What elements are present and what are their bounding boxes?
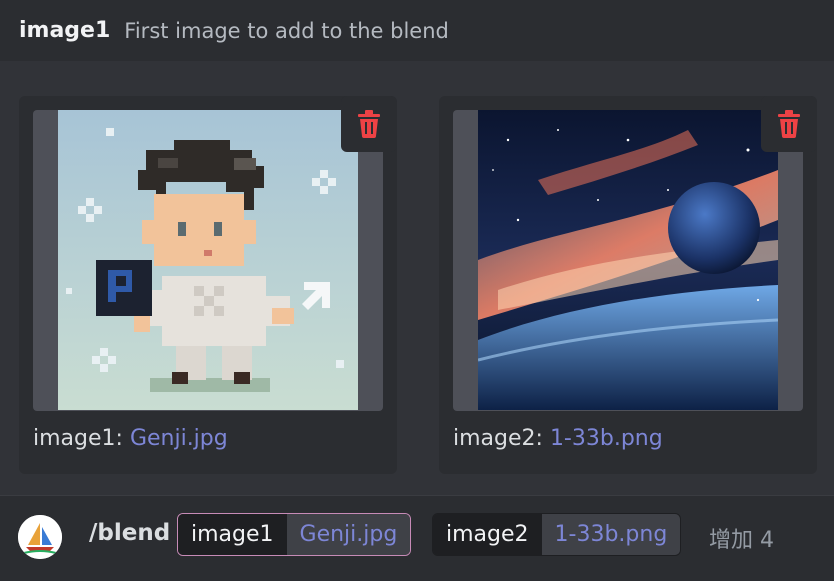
attachment-filename[interactable]: 1-33b.png — [550, 426, 663, 451]
trash-icon — [778, 110, 800, 138]
option-key: image2 — [433, 514, 542, 555]
attachments-panel: image1: Genji.jpg image2: 1-33b.png — [0, 61, 834, 495]
bot-avatar — [18, 515, 62, 559]
option-value: Genji.jpg — [286, 514, 411, 555]
option-value: 1-33b.png — [541, 514, 681, 555]
attachment-filename[interactable]: Genji.jpg — [130, 426, 228, 451]
more-options-button[interactable]: 增加 4 — [709, 522, 774, 554]
attachment-label: image2: 1-33b.png — [453, 426, 663, 451]
option-pill-image2[interactable]: image2 1-33b.png — [432, 513, 682, 556]
delete-attachment-button[interactable] — [341, 96, 397, 152]
command-bar: /blend image1 Genji.jpg image2 1-33b.png… — [0, 495, 834, 581]
sailboat-logo-icon — [18, 515, 62, 559]
attachment-label-prefix: image1: — [33, 426, 123, 451]
attachment-label-prefix: image2: — [453, 426, 543, 451]
option-header: image1 First image to add to the blend — [0, 0, 834, 61]
attachment-card-image1: image1: Genji.jpg — [19, 96, 397, 474]
trash-icon — [358, 110, 380, 138]
option-description: First image to add to the blend — [124, 18, 449, 43]
command-name: /blend — [89, 520, 171, 546]
option-pill-image1[interactable]: image1 Genji.jpg — [177, 513, 412, 556]
attachment-preview-frame — [33, 110, 383, 411]
attachment-label: image1: Genji.jpg — [33, 426, 228, 451]
attachment-card-image2: image2: 1-33b.png — [439, 96, 817, 474]
option-key: image1 — [178, 514, 287, 555]
option-name: image1 — [19, 18, 111, 43]
attachment-preview-frame — [453, 110, 803, 411]
space-planet-image[interactable] — [478, 110, 778, 410]
delete-attachment-button[interactable] — [761, 96, 817, 152]
genji-pixel-avatar-image[interactable] — [58, 110, 358, 410]
